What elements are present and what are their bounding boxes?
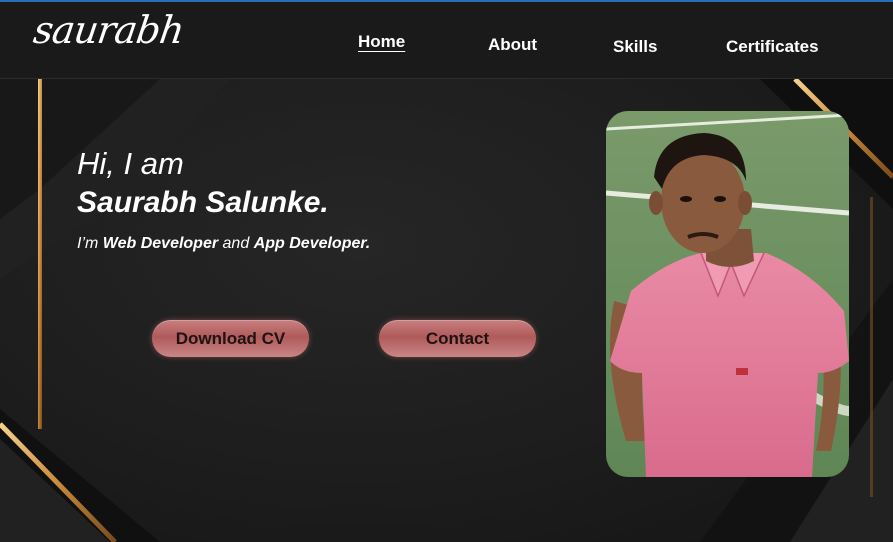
roles-prefix: I’m: [77, 235, 99, 252]
navbar: saurabh Home About Skills Certificates: [0, 2, 893, 79]
portfolio-page: saurabh Home About Skills Certificates H…: [0, 0, 893, 542]
nav-about-link[interactable]: About: [488, 35, 537, 55]
hero-name: Saurabh Salunke.: [77, 186, 329, 219]
role-app-developer: App Developer.: [253, 235, 371, 252]
gold-line-left: [38, 79, 42, 429]
site-logo[interactable]: saurabh: [31, 8, 186, 52]
nav-home-link[interactable]: Home: [358, 32, 405, 52]
hero-roles: I’m Web Developer and App Developer.: [77, 235, 370, 253]
roles-and: and: [222, 235, 250, 252]
role-web-developer: Web Developer: [102, 235, 219, 252]
nav-certificates-link[interactable]: Certificates: [726, 37, 819, 57]
download-cv-button[interactable]: Download CV: [152, 320, 309, 357]
nav-skills-link[interactable]: Skills: [613, 37, 657, 57]
contact-button[interactable]: Contact: [379, 320, 536, 357]
hero-greeting: Hi, I am: [77, 146, 184, 181]
profile-photo: [606, 111, 849, 477]
profile-photo-illustration: [606, 111, 849, 477]
